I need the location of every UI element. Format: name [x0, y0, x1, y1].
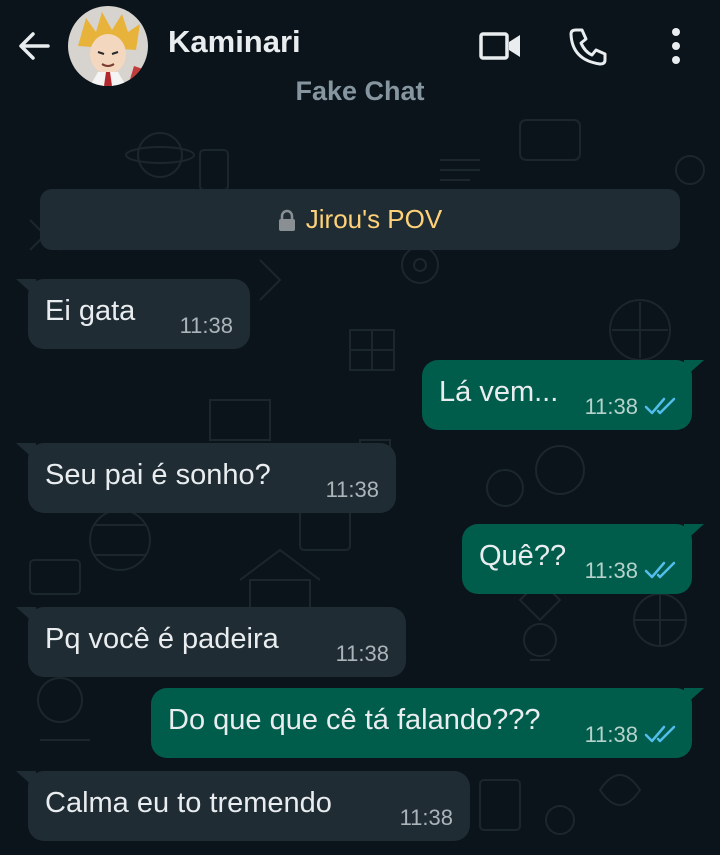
message-incoming[interactable]: Calma eu to tremendo 11:38 [16, 771, 470, 841]
message-text: Lá vem... [439, 376, 559, 408]
message-incoming[interactable]: Pq você é padeira 11:38 [16, 607, 406, 677]
message-text: Quê?? [479, 540, 567, 572]
message-text: Pq você é padeira [45, 623, 279, 655]
bubble-tail [16, 279, 36, 297]
contact-name[interactable]: Kaminari [168, 24, 301, 60]
double-check-icon [644, 397, 676, 415]
message-text: Calma eu to tremendo [45, 787, 332, 819]
double-check-icon [644, 561, 676, 579]
message-outgoing[interactable]: Do que que cê tá falando??? 11:38 [151, 688, 704, 758]
message-outgoing[interactable]: Lá vem... 11:38 [422, 360, 704, 430]
message-time: 11:38 [584, 558, 638, 583]
message-text: Ei gata [45, 295, 136, 327]
message-time: 11:38 [399, 805, 453, 830]
bubble-tail [16, 443, 36, 461]
message-time: 11:38 [179, 313, 233, 338]
message-incoming[interactable]: Ei gata 11:38 [16, 279, 250, 349]
system-message-text: Jirou's POV [305, 204, 443, 234]
message-incoming[interactable]: Seu pai é sonho? 11:38 [16, 443, 396, 513]
video-call-icon[interactable] [478, 26, 524, 66]
subtitle-text: Fake Chat [295, 76, 425, 106]
bubble-tail [16, 607, 36, 625]
message-time: 11:38 [325, 477, 379, 502]
phone-icon[interactable] [566, 24, 610, 68]
message-time: 11:38 [584, 722, 638, 747]
back-arrow-icon[interactable] [14, 26, 54, 66]
avatar[interactable] [68, 6, 148, 86]
more-options-icon[interactable] [662, 24, 690, 68]
message-text: Do que que cê tá falando??? [168, 704, 541, 736]
lock-icon [278, 209, 295, 231]
bubble-tail [684, 360, 704, 378]
system-message: Jirou's POV [40, 189, 680, 250]
double-check-icon [644, 725, 676, 743]
message-time: 11:38 [335, 641, 389, 666]
chat-subtitle: Fake Chat [0, 76, 720, 107]
bubble-tail [684, 524, 704, 542]
message-time: 11:38 [584, 394, 638, 419]
chat-header: Kaminari Fake Chat [0, 0, 720, 112]
bubble-tail [684, 688, 704, 706]
message-text: Seu pai é sonho? [45, 459, 271, 491]
message-outgoing[interactable]: Quê?? 11:38 [462, 524, 704, 594]
bubble-tail [16, 771, 36, 789]
